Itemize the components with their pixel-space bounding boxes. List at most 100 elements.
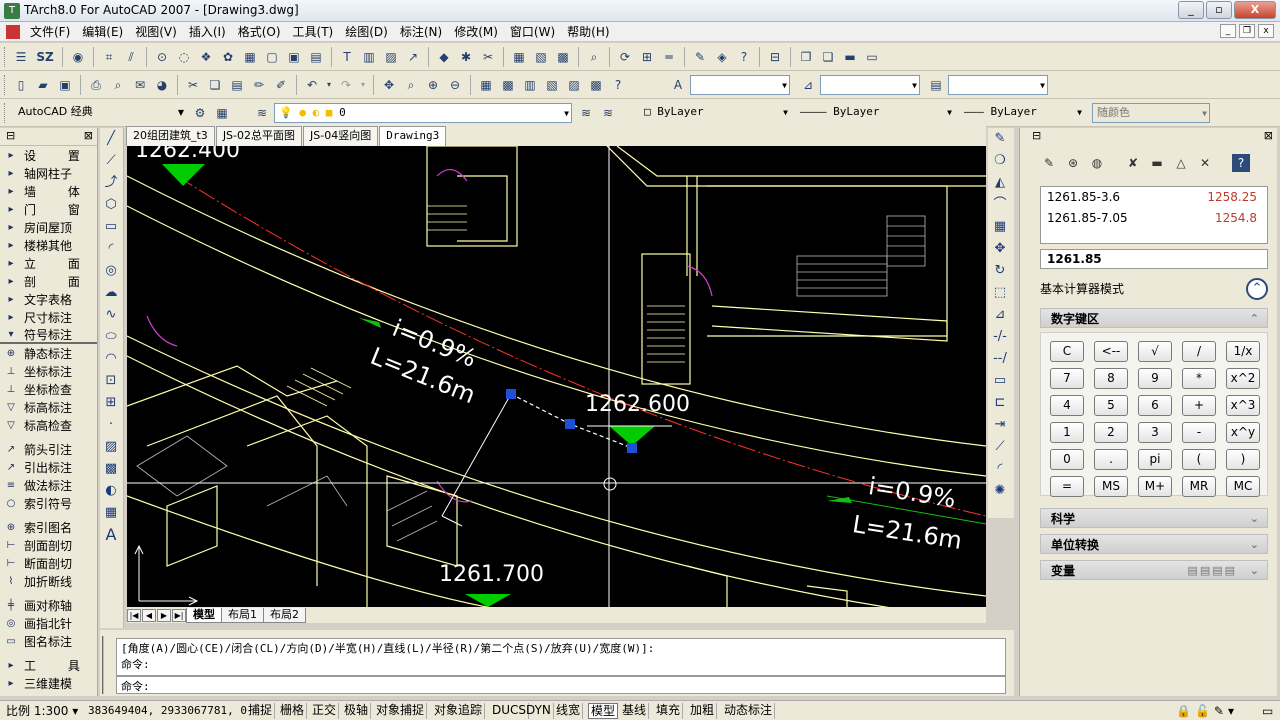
- move-icon[interactable]: ✥: [988, 238, 1012, 260]
- help-button-icon[interactable]: ?: [608, 75, 628, 95]
- polygon-icon[interactable]: ⬡: [100, 194, 122, 216]
- drawing-canvas[interactable]: 1262.400 i=0.9% L=21.6m 1262.600 i=0.9% …: [127, 146, 986, 607]
- ellipse-icon[interactable]: ◌: [174, 47, 194, 67]
- frame-icon[interactable]: ▢: [262, 47, 282, 67]
- calc-key[interactable]: ): [1226, 449, 1260, 470]
- status-toggle[interactable]: 动态标注: [722, 703, 776, 719]
- angle-icon[interactable]: △: [1172, 154, 1190, 172]
- palette-item[interactable]: ≡ 做法标注: [0, 476, 97, 494]
- dim-style-icon[interactable]: ⊿: [798, 75, 818, 95]
- palette-item[interactable]: ▸ 三维建模: [0, 674, 97, 692]
- break-at-point-icon[interactable]: ▭: [988, 370, 1012, 392]
- mtext-icon[interactable]: ▥: [359, 47, 379, 67]
- status-toggle[interactable]: 填充: [654, 703, 684, 719]
- render-icon[interactable]: ◈: [712, 47, 732, 67]
- make-layer-current-icon[interactable]: ≋: [576, 103, 596, 123]
- palette-item[interactable]: ↗ 箭头引注: [0, 440, 97, 458]
- command-grip[interactable]: [102, 636, 112, 694]
- circle-icon[interactable]: ⊙: [152, 47, 172, 67]
- menu-window[interactable]: 窗口(W): [504, 23, 561, 40]
- palette-close-icon[interactable]: ⊠: [84, 129, 93, 142]
- menu-edit[interactable]: 编辑(E): [76, 23, 129, 40]
- text-icon[interactable]: T: [337, 47, 357, 67]
- hatch-icon[interactable]: ▨: [381, 47, 401, 67]
- menu-tools[interactable]: 工具(T): [287, 23, 340, 40]
- numpad-section-header[interactable]: 数字键区 ⌃: [1040, 308, 1268, 328]
- variables-section-header[interactable]: 变量 ▤▤▤▤ ⌄: [1040, 560, 1268, 580]
- minimize-button[interactable]: _: [1178, 1, 1204, 19]
- table-style-icon[interactable]: ▤: [926, 75, 946, 95]
- layer-dropdown[interactable]: 💡 ● ◐ ■ 0 ▼: [274, 103, 572, 123]
- last-tab-icon[interactable]: ▶|: [172, 608, 186, 622]
- text-style-dropdown[interactable]: ▼: [690, 75, 790, 95]
- lineweight-dropdown[interactable]: ——— ByLayer ▼: [960, 103, 1084, 123]
- palette-item[interactable]: ⌇ 加折断线: [0, 572, 97, 590]
- break-icon[interactable]: ⊏: [988, 392, 1012, 414]
- workspace-settings-icon[interactable]: ⚙: [190, 103, 210, 123]
- history-icon[interactable]: ⊛: [1064, 154, 1082, 172]
- explode-object-icon[interactable]: ✺: [988, 480, 1012, 502]
- calc-key[interactable]: 7: [1050, 368, 1084, 389]
- palette-item[interactable]: ▸ 立 面: [0, 254, 97, 272]
- palette-minimize-icon[interactable]: ⊟: [6, 129, 15, 142]
- doc-restore-button[interactable]: ❐: [1239, 24, 1255, 38]
- status-toggle[interactable]: 正交: [310, 703, 340, 719]
- menu-help[interactable]: 帮助(H): [561, 23, 615, 40]
- window-cascade-icon[interactable]: ❐: [796, 47, 816, 67]
- measure-icon[interactable]: ═: [659, 47, 679, 67]
- calc-key[interactable]: pi: [1138, 449, 1172, 470]
- color-icon[interactable]: ◆: [434, 47, 454, 67]
- design-center-icon[interactable]: ▩: [498, 75, 518, 95]
- zoom-window-icon[interactable]: ⊕: [423, 75, 443, 95]
- help-icon[interactable]: ?: [734, 47, 754, 67]
- calc-key[interactable]: 0: [1050, 449, 1084, 470]
- palette-item[interactable]: ▸ 楼梯其他: [0, 236, 97, 254]
- calc-key[interactable]: MS: [1094, 476, 1128, 497]
- tarch-menu-icon[interactable]: ☰: [11, 47, 31, 67]
- insert-block-icon[interactable]: ⊡: [100, 370, 122, 392]
- arc-icon[interactable]: ◜: [100, 238, 122, 260]
- dimension-icon[interactable]: ⊞: [637, 47, 657, 67]
- spline-icon[interactable]: ∿: [100, 304, 122, 326]
- tab-layout1[interactable]: 布局1: [221, 607, 264, 623]
- calc-key[interactable]: /: [1182, 341, 1216, 362]
- prev-tab-icon[interactable]: ◀: [142, 608, 156, 622]
- workspace-save-icon[interactable]: ▦: [212, 103, 232, 123]
- clear-icon[interactable]: ✎: [1040, 154, 1058, 172]
- palette-item[interactable]: ⊕ 静态标注: [0, 344, 97, 362]
- circle-draw-icon[interactable]: ◎: [100, 260, 122, 282]
- ellipse-arc-icon[interactable]: ◠: [100, 348, 122, 370]
- pan-icon[interactable]: ✥: [379, 75, 399, 95]
- calc-display[interactable]: 1261.85: [1040, 249, 1268, 269]
- rotate-icon[interactable]: ↻: [988, 260, 1012, 282]
- tab-drawing3[interactable]: Drawing3: [379, 126, 447, 146]
- window-arrange-icon[interactable]: ▬: [840, 47, 860, 67]
- point-icon[interactable]: ·: [100, 414, 122, 436]
- menu-format[interactable]: 格式(O): [232, 23, 287, 40]
- linetype-dropdown[interactable]: ———— ByLayer ▼: [796, 103, 954, 123]
- palette-item[interactable]: ▽ 标高检查: [0, 416, 97, 434]
- menu-insert[interactable]: 插入(I): [183, 23, 232, 40]
- intersection-icon[interactable]: ✕: [1196, 154, 1214, 172]
- tab-model[interactable]: 模型: [186, 607, 222, 623]
- stair-icon[interactable]: ⫽: [121, 47, 141, 67]
- explode-icon[interactable]: ✱: [456, 47, 476, 67]
- layer-icon[interactable]: ▦: [509, 47, 529, 67]
- status-toggle[interactable]: 线宽: [554, 703, 584, 719]
- doc-close-button[interactable]: x: [1258, 24, 1274, 38]
- status-toggle[interactable]: 捕捉: [246, 703, 276, 719]
- stretch-icon[interactable]: ⊿: [988, 304, 1012, 326]
- palette-item[interactable]: ⊥ 坐标检查: [0, 380, 97, 398]
- window-tile-icon[interactable]: ❏: [818, 47, 838, 67]
- palette-item[interactable]: ▽ 标高标注: [0, 398, 97, 416]
- palette-item[interactable]: ↗ 引出标注: [0, 458, 97, 476]
- calc-help-icon[interactable]: ?: [1232, 154, 1250, 172]
- menu-draw[interactable]: 绘图(D): [339, 23, 394, 40]
- palette-item[interactable]: ▸ 房间屋顶: [0, 218, 97, 236]
- menu-view[interactable]: 视图(V): [129, 23, 183, 40]
- calc-key[interactable]: MR: [1182, 476, 1216, 497]
- calculator-icon[interactable]: ▩: [586, 75, 606, 95]
- palette-item[interactable]: ▸ 剖 面: [0, 272, 97, 290]
- app-icon[interactable]: T: [4, 3, 20, 19]
- workspace-dropdown[interactable]: AutoCAD 经典 ▼: [14, 103, 186, 123]
